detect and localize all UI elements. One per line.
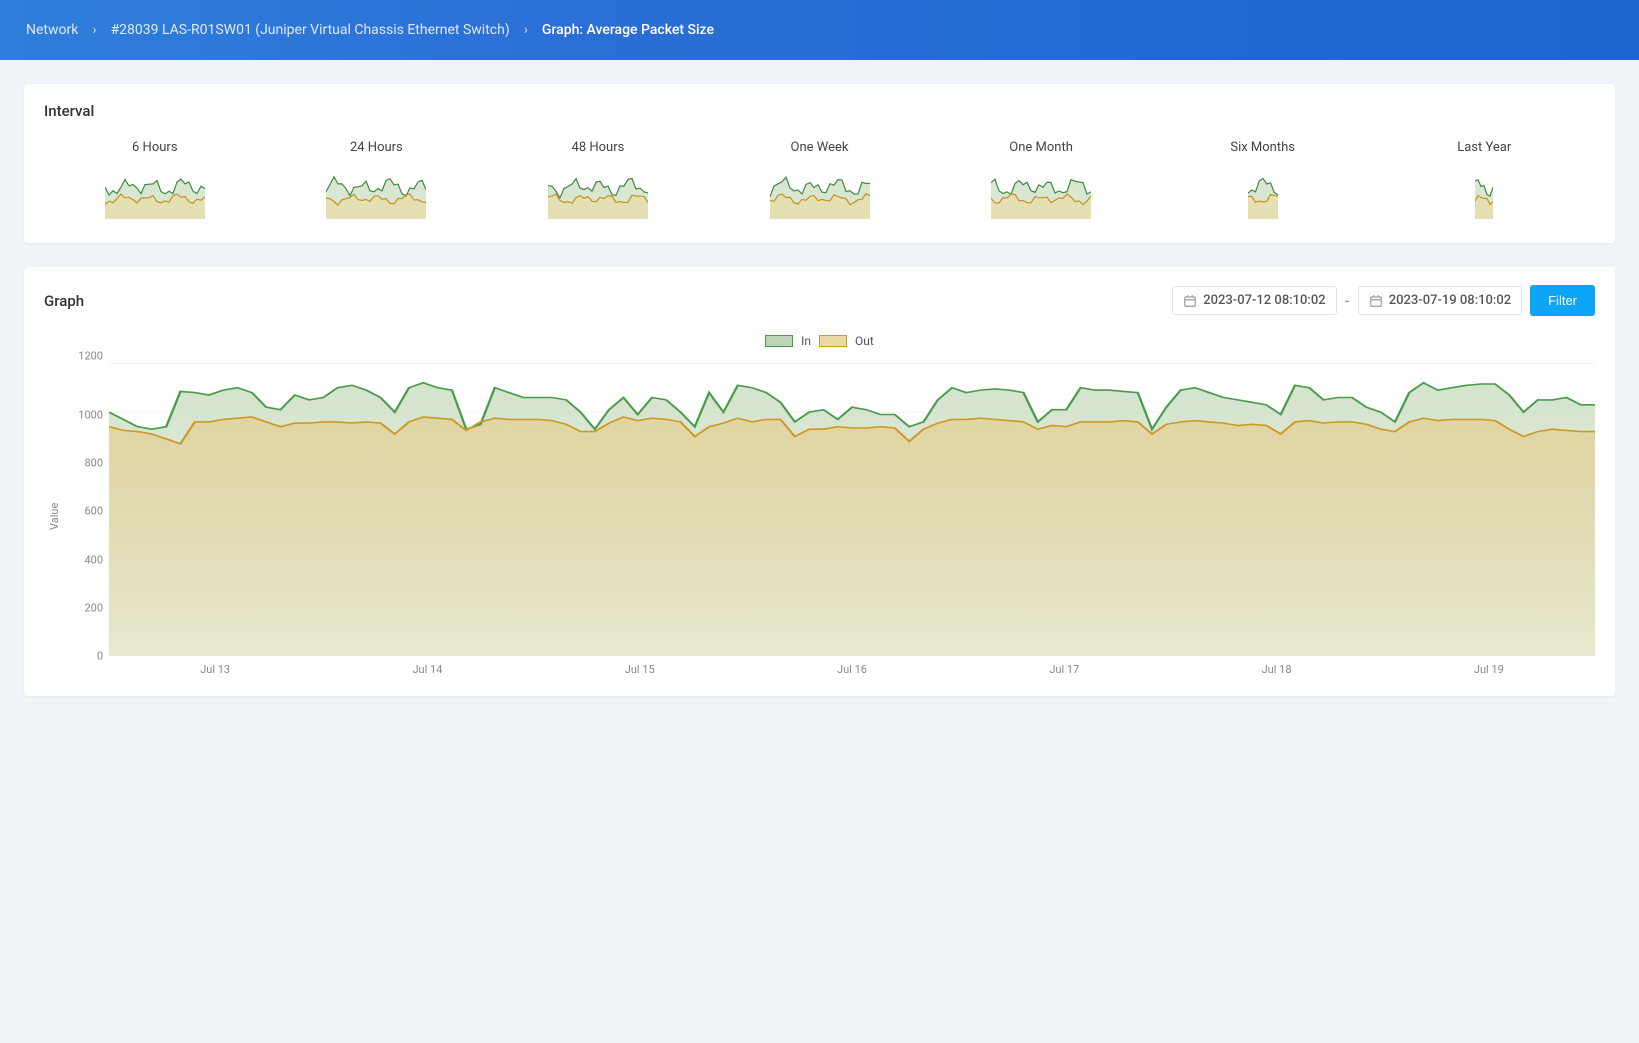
breadcrumb-network[interactable]: Network [26, 22, 78, 38]
calendar-icon [1183, 294, 1197, 308]
x-tick: Jul 14 [321, 663, 533, 676]
x-axis-ticks: Jul 13Jul 14Jul 15Jul 16Jul 17Jul 18Jul … [109, 663, 1595, 676]
chevron-right-icon: › [92, 22, 96, 38]
interval-label: One Month [1009, 140, 1073, 155]
y-tick: 600 [65, 506, 109, 517]
graph-controls: 2023-07-12 08:10:02 - 2023-07-19 08:10:0… [1172, 285, 1595, 316]
interval-option[interactable]: 24 Hours [266, 140, 488, 219]
chevron-right-icon: › [524, 22, 528, 38]
interval-thumbnail [1475, 169, 1493, 219]
breadcrumb-device[interactable]: #28039 LAS-R01SW01 (Juniper Virtual Chas… [111, 22, 510, 38]
interval-label: 6 Hours [132, 140, 178, 155]
date-to-input[interactable]: 2023-07-19 08:10:02 [1358, 286, 1522, 315]
interval-thumbnail [326, 169, 426, 219]
y-tick: 400 [65, 554, 109, 565]
interval-thumbnail [991, 169, 1091, 219]
x-tick: Jul 13 [109, 663, 321, 676]
y-axis-label: Value [44, 356, 65, 676]
x-tick: Jul 19 [1383, 663, 1595, 676]
interval-label: 24 Hours [350, 140, 403, 155]
interval-thumbnail [1248, 169, 1278, 219]
interval-option[interactable]: 48 Hours [487, 140, 709, 219]
legend-swatch-in [765, 335, 793, 347]
y-tick: 800 [65, 458, 109, 469]
chart-legend: In Out [44, 326, 1595, 356]
breadcrumb: Network › #28039 LAS-R01SW01 (Juniper Vi… [0, 0, 1639, 60]
y-tick: 200 [65, 602, 109, 613]
interval-thumbnail [548, 169, 648, 219]
calendar-icon [1369, 294, 1383, 308]
interval-thumbnail [770, 169, 870, 219]
date-to-value: 2023-07-19 08:10:02 [1389, 293, 1511, 308]
x-tick: Jul 16 [746, 663, 958, 676]
legend-label-out: Out [855, 334, 874, 348]
x-tick: Jul 15 [534, 663, 746, 676]
legend-swatch-out [819, 335, 847, 347]
legend-label-in: In [801, 334, 811, 348]
interval-option[interactable]: 6 Hours [44, 140, 266, 219]
graph-panel: Graph 2023-07-12 08:10:02 - 2023-07-19 0… [24, 267, 1615, 696]
interval-option[interactable]: Six Months [1152, 140, 1374, 219]
y-tick: 0 [65, 650, 109, 661]
range-separator: - [1345, 292, 1350, 310]
interval-thumbnail [105, 169, 205, 219]
x-tick: Jul 17 [958, 663, 1170, 676]
interval-label: Last Year [1457, 140, 1511, 155]
interval-label: Six Months [1230, 140, 1295, 155]
interval-panel: Interval 6 Hours 24 Hours 48 Hours One Week… [24, 84, 1615, 243]
breadcrumb-current: Graph: Average Packet Size [542, 22, 714, 38]
filter-button[interactable]: Filter [1530, 285, 1595, 316]
date-from-input[interactable]: 2023-07-12 08:10:02 [1172, 286, 1336, 315]
interval-option[interactable]: One Week [709, 140, 931, 219]
graph-title: Graph [44, 292, 84, 310]
y-tick: 1000 [65, 410, 109, 421]
interval-option[interactable]: One Month [930, 140, 1152, 219]
y-axis-ticks: 020040060080010001200 [65, 356, 109, 656]
interval-title: Interval [44, 102, 94, 120]
y-tick: 1200 [65, 351, 109, 362]
date-from-value: 2023-07-12 08:10:02 [1203, 293, 1325, 308]
x-tick: Jul 18 [1170, 663, 1382, 676]
interval-option[interactable]: Last Year [1373, 140, 1595, 219]
chart-plot[interactable] [109, 356, 1595, 656]
interval-label: One Week [791, 140, 849, 155]
interval-label: 48 Hours [572, 140, 625, 155]
